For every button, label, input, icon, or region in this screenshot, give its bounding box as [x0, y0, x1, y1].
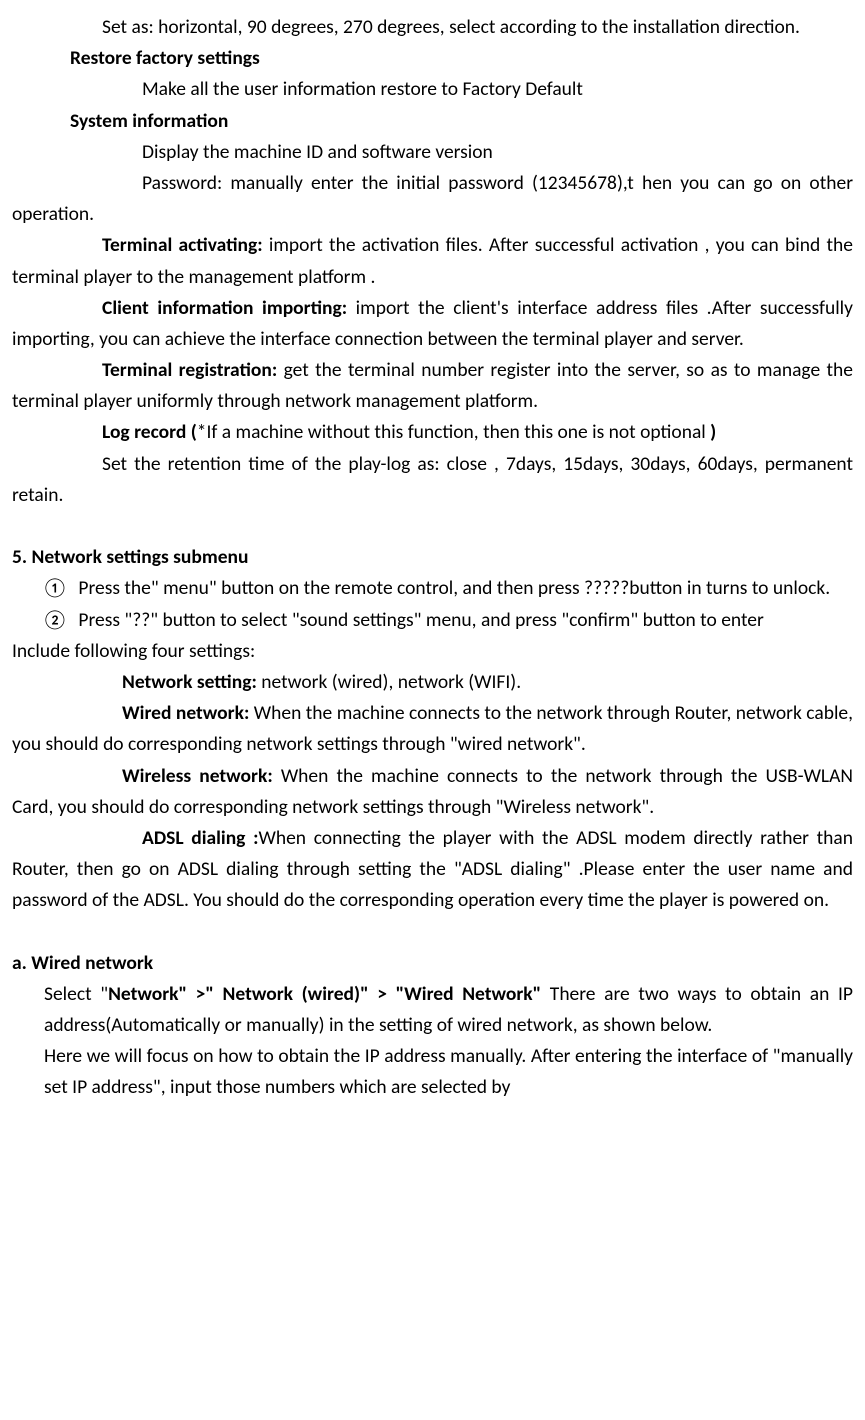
- text-b: Network" >" Network (wired)" > "Wired Ne…: [108, 982, 541, 1006]
- label: Wireless network:: [122, 764, 273, 788]
- label: ADSL dialing :: [142, 826, 259, 850]
- paragraph-include: Include following four settings:: [12, 636, 853, 667]
- text: Make all the user information restore to…: [142, 77, 583, 101]
- text: Restore factory settings: [70, 46, 260, 70]
- label-close: ): [710, 420, 716, 444]
- label: Log record (: [102, 420, 197, 444]
- list-item-2: ② Press "??" button to select "sound set…: [12, 605, 853, 636]
- text: Set as: horizontal, 90 degrees, 270 degr…: [102, 15, 800, 39]
- paragraph-wireless-network: Wireless network: When the machine conne…: [12, 761, 853, 823]
- heading-subsection-a: a. Wired network: [12, 948, 853, 979]
- paragraph-a-2: Here we will focus on how to obtain the …: [12, 1041, 853, 1103]
- paragraph-terminal-activating: Terminal activating: import the activati…: [12, 230, 853, 292]
- text: a. Wired network: [12, 951, 153, 975]
- paragraph-sysinfo-1: Display the machine ID and software vers…: [12, 137, 853, 168]
- label: Client information importing:: [102, 296, 347, 320]
- text: Press "??" button to select "sound setti…: [74, 608, 764, 632]
- heading-section-5: 5. Network settings submenu: [12, 542, 853, 573]
- paragraph-a-1: Select "Network" >" Network (wired)" > "…: [12, 979, 853, 1041]
- label: Wired network:: [122, 701, 249, 725]
- paragraph-log-record: Log record (*If a machine without this f…: [12, 417, 853, 448]
- paragraph-restore: Make all the user information restore to…: [12, 74, 853, 105]
- circled-two-icon: ②: [36, 605, 74, 636]
- text: *If a machine without this function, the…: [197, 420, 710, 444]
- text: Here we will focus on how to obtain the …: [44, 1044, 853, 1099]
- paragraph-sysinfo-2: Password: manually enter the initial pas…: [12, 168, 853, 230]
- heading-sysinfo: System information: [12, 106, 853, 137]
- text-a: Select ": [44, 982, 108, 1006]
- text: 5. Network settings submenu: [12, 545, 248, 569]
- label: Terminal activating:: [102, 233, 263, 257]
- heading-restore: Restore factory settings: [12, 43, 853, 74]
- paragraph-network-setting: Network setting: network (wired), networ…: [12, 667, 853, 698]
- text: Include following four settings:: [12, 639, 255, 663]
- paragraph-wired-network: Wired network: When the machine connects…: [12, 698, 853, 760]
- text: Password: manually enter the initial pas…: [12, 171, 853, 226]
- text: Set the retention time of the play-log a…: [12, 452, 853, 507]
- paragraph-adsl-dialing: ADSL dialing :When connecting the player…: [12, 823, 853, 917]
- circled-one-icon: ①: [36, 573, 74, 604]
- text: When connecting the player with the ADSL…: [12, 826, 853, 912]
- list-item-1: ① Press the" menu" button on the remote …: [12, 573, 853, 604]
- paragraph-client-importing: Client information importing: import the…: [12, 293, 853, 355]
- label: Network setting:: [122, 670, 257, 694]
- paragraph-set-as: Set as: horizontal, 90 degrees, 270 degr…: [12, 12, 853, 43]
- text: Display the machine ID and software vers…: [142, 140, 493, 164]
- text: network (wired), network (WIFI).: [257, 670, 521, 694]
- text: System information: [70, 109, 228, 133]
- spacer: [12, 511, 853, 542]
- paragraph-terminal-registration: Terminal registration: get the terminal …: [12, 355, 853, 417]
- paragraph-log-retention: Set the retention time of the play-log a…: [12, 449, 853, 511]
- label: Terminal registration:: [102, 358, 277, 382]
- spacer: [12, 916, 853, 947]
- text: Press the" menu" button on the remote co…: [74, 576, 830, 600]
